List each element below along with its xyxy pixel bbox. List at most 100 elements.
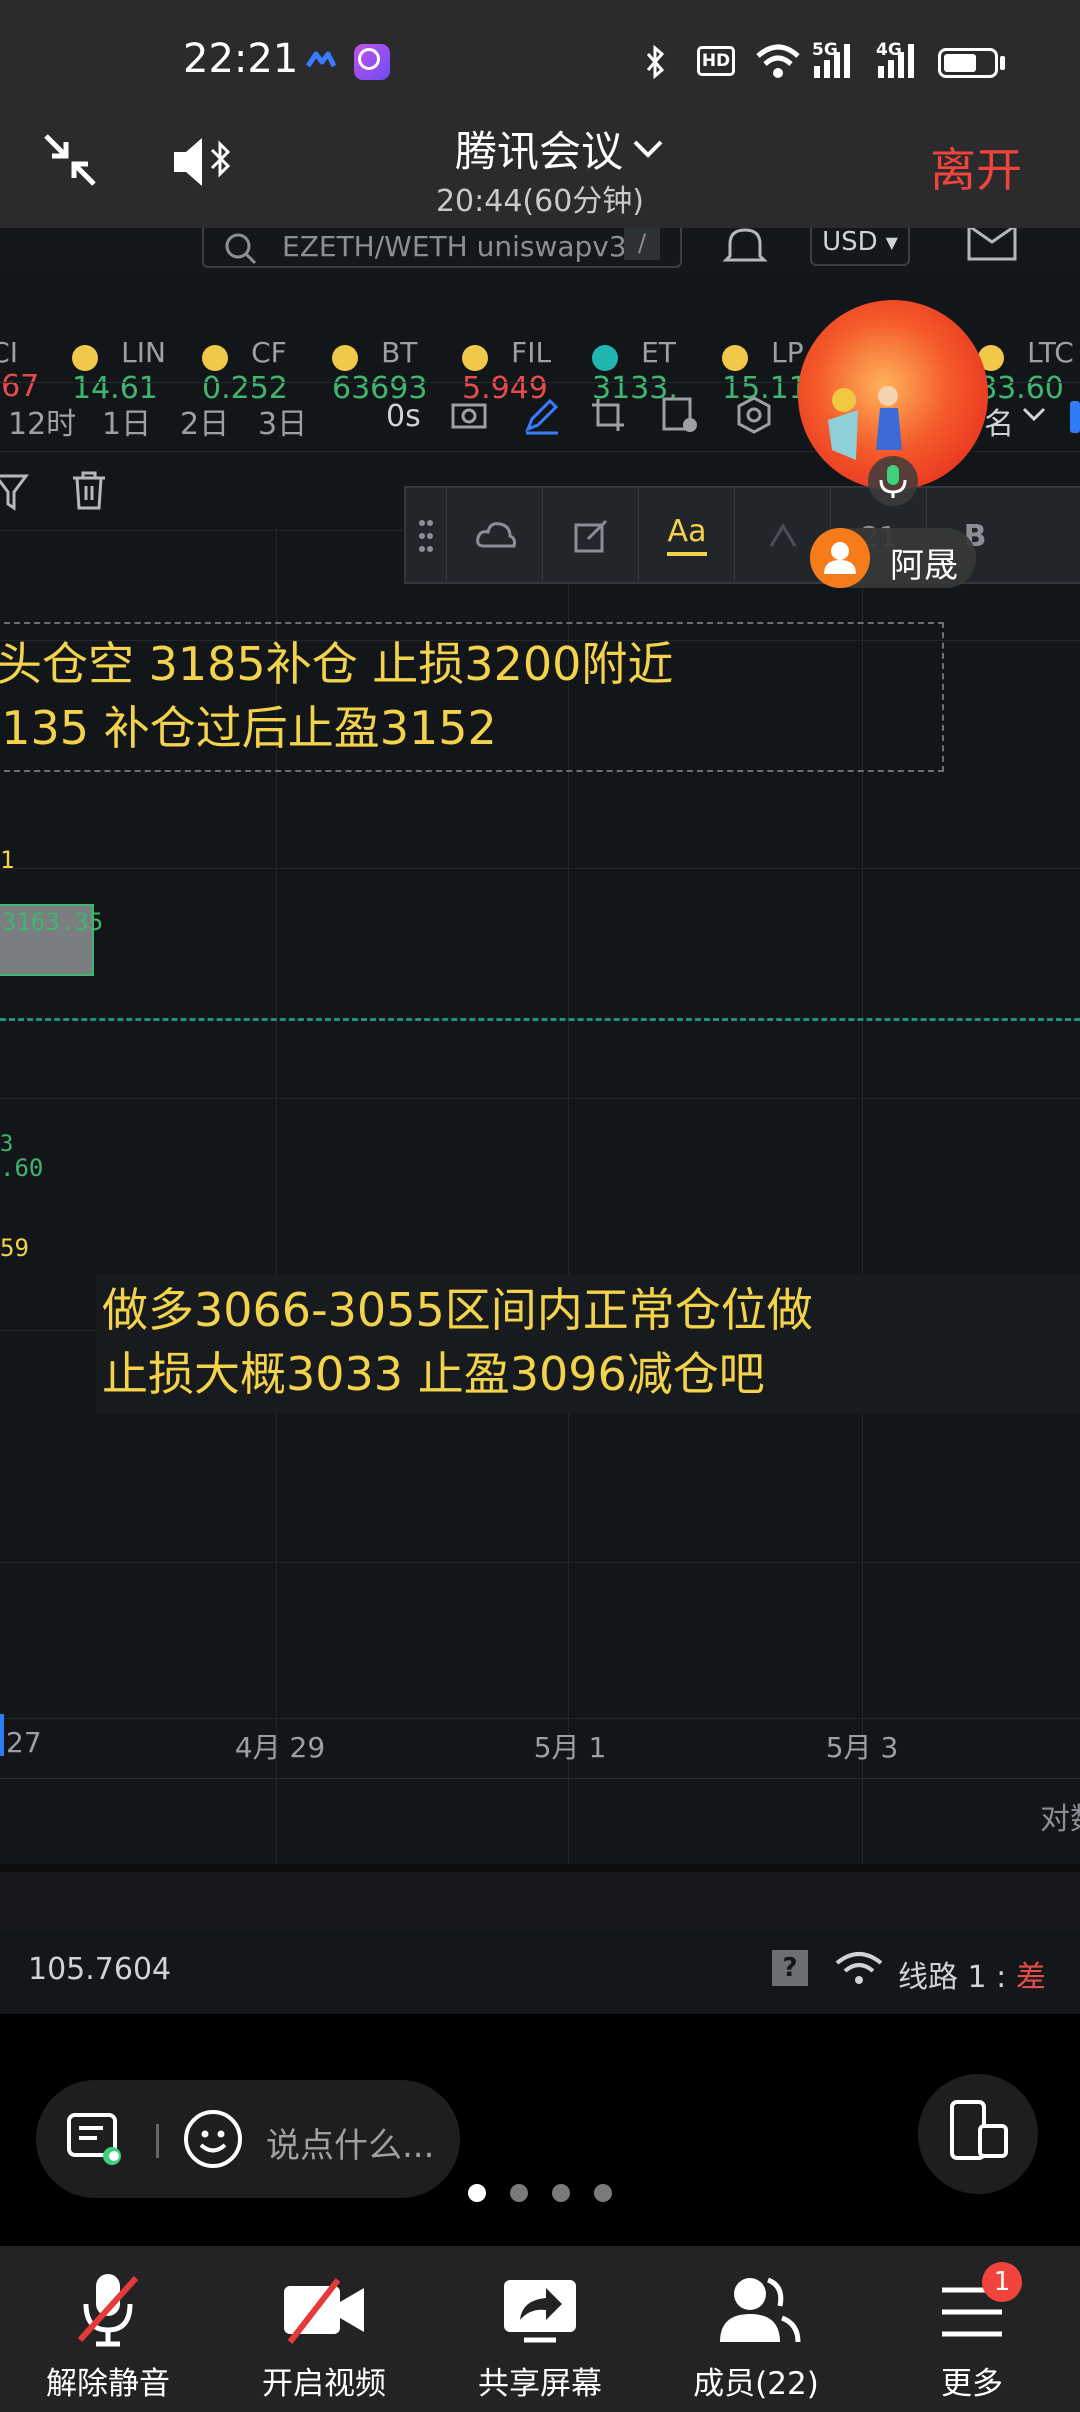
line-status[interactable]: 线路 1 : 差 xyxy=(898,1952,1046,1996)
bluetooth-icon xyxy=(646,44,665,80)
timeframe-3d[interactable]: 3日 xyxy=(258,399,307,443)
status-panel: 105.7604 ? 线路 1 : 差 xyxy=(0,1930,1080,2014)
status-bar: 22:21 HD 5G 4G xyxy=(0,0,1080,110)
signal-strength-icon xyxy=(814,44,850,78)
speaker-name-tag: 阿晟 xyxy=(810,528,976,588)
search-text: EZETH/WETH uniswapv3 xyxy=(282,230,627,263)
annotation-line: 止损大概3033 止盈3096减仓吧 xyxy=(102,1347,765,1401)
text-format-toolbar: Aa 21 B xyxy=(404,486,1080,584)
video-off-icon xyxy=(284,2278,364,2344)
page-dot[interactable] xyxy=(594,2184,612,2202)
bottom-marker xyxy=(0,1952,8,1982)
timeframe-1d[interactable]: 1日 xyxy=(102,399,151,443)
speaker-bluetooth-icon[interactable] xyxy=(172,134,238,190)
crop-icon[interactable] xyxy=(590,395,628,435)
messenger-icon xyxy=(354,44,390,80)
search-input[interactable]: EZETH/WETH uniswapv3 / xyxy=(202,228,682,268)
coin-icon xyxy=(202,344,228,371)
chat-list-icon[interactable] xyxy=(66,2112,128,2168)
share-screen-icon xyxy=(504,2280,576,2343)
currency-value: USD xyxy=(822,228,878,257)
share-screen-button[interactable]: 共享屏幕 xyxy=(432,2246,648,2412)
x-tick-label: 5月 3 xyxy=(825,1731,899,1764)
coin-icon xyxy=(332,344,358,371)
mail-icon[interactable] xyxy=(966,228,1018,264)
meeting-duration: 20:44(60分钟) xyxy=(435,184,645,219)
grid-line xyxy=(0,1718,1080,1719)
annotation-line: 3135 补仓过后止盈3152 xyxy=(0,701,497,755)
price-box-label: 3163.35 xyxy=(2,908,104,936)
members-button[interactable]: 成员(22) xyxy=(648,2246,864,2412)
leave-button[interactable]: 离开 xyxy=(930,134,1022,200)
page-dot[interactable] xyxy=(510,2184,528,2202)
price-label: .60 xyxy=(0,1154,44,1182)
app-notification-icon xyxy=(306,51,336,68)
camera-icon[interactable] xyxy=(450,397,488,431)
grid-line xyxy=(0,868,1080,869)
start-video-button[interactable]: 开启视频 xyxy=(216,2246,432,2412)
start-video-label: 开启视频 xyxy=(262,2366,386,2402)
grid-line xyxy=(0,1562,1080,1563)
bottom-toolbar: 解除静音 开启视频 共享屏幕 成员(22) 1 更多 xyxy=(0,2246,1080,2412)
chat-placeholder[interactable]: 说点什么... xyxy=(266,2118,434,2167)
bell-icon[interactable] xyxy=(722,228,768,270)
font-color-button[interactable]: Aa xyxy=(638,488,735,584)
divider xyxy=(0,1778,1080,1779)
unmute-button[interactable]: 解除静音 xyxy=(0,2246,216,2412)
settings-hex-icon[interactable] xyxy=(734,395,774,435)
help-icon[interactable]: ? xyxy=(772,1950,808,1986)
chat-input-bar[interactable]: 说点什么... xyxy=(36,2080,460,2198)
edit-icon xyxy=(574,519,608,553)
share-screen-label: 共享屏幕 xyxy=(478,2366,602,2402)
calculator-icon[interactable] xyxy=(660,395,700,435)
filter-icon[interactable] xyxy=(0,472,34,512)
mic-muted-icon xyxy=(77,2274,139,2347)
shared-screen: EZETH/WETH uniswapv3 / USD ▼ ICI 567 LIN… xyxy=(0,228,1080,2014)
battery-tip xyxy=(1000,56,1005,70)
price-line xyxy=(0,1018,1080,1021)
grid-line xyxy=(0,1098,1080,1099)
annotation-line: 头仓空 3185补仓 止损3200附近 xyxy=(0,637,674,691)
annotation-box[interactable]: 头仓空 3185补仓 止损3200附近 3135 补仓过后止盈3152 xyxy=(0,622,944,772)
members-label: 成员(22) xyxy=(693,2366,819,2402)
wifi-icon xyxy=(835,1952,883,1984)
line-quality: 差 xyxy=(1015,1960,1046,1995)
page-dot[interactable] xyxy=(552,2184,570,2202)
drag-handle[interactable] xyxy=(406,488,446,584)
divider xyxy=(0,1864,1080,1872)
line-label: 线路 1 : xyxy=(898,1960,1016,1995)
battery-icon xyxy=(938,48,998,78)
currency-select[interactable]: USD ▼ xyxy=(810,228,910,266)
delay-label[interactable]: 0s xyxy=(386,399,421,434)
search-icon xyxy=(225,233,257,265)
page-dot-active[interactable] xyxy=(468,2184,486,2202)
more-button[interactable]: 1 更多 xyxy=(864,2246,1080,2412)
layout-label[interactable]: 名 xyxy=(984,399,1014,443)
coin-icon xyxy=(592,344,618,371)
coin-icon xyxy=(722,344,748,371)
meeting-header: 腾讯会议 20:44(60分钟) 离开 xyxy=(0,110,1080,228)
scale-toggle[interactable]: 对数 xyxy=(1040,1794,1080,1838)
chevron-down-icon xyxy=(633,140,663,158)
chevron-down-icon xyxy=(1022,407,1046,422)
edit-button[interactable] xyxy=(542,488,639,584)
pencil-icon[interactable] xyxy=(522,395,562,435)
switch-view-button[interactable] xyxy=(918,2074,1038,2194)
notification-badge: 1 xyxy=(982,2262,1022,2302)
trash-icon[interactable] xyxy=(70,470,108,512)
price-box[interactable]: 3163.35 xyxy=(0,904,103,976)
annotation-line: 做多3066-3055区间内正常仓位做 xyxy=(102,1283,813,1337)
meeting-title-button[interactable]: 腾讯会议 xyxy=(440,120,680,176)
hd-voice-icon: HD xyxy=(697,46,735,76)
x-tick-label: 27 xyxy=(6,1726,42,1759)
emoji-icon[interactable] xyxy=(182,2108,244,2170)
timeframe-2d[interactable]: 2日 xyxy=(180,399,229,443)
bottom-value: 105.7604 xyxy=(28,1952,172,1987)
more-label: 更多 xyxy=(941,2366,1003,2402)
annotation-box-2[interactable]: 做多3066-3055区间内正常仓位做 止损大概3033 止盈3096减仓吧 xyxy=(96,1274,1080,1414)
minimize-icon[interactable] xyxy=(40,130,100,190)
signal-strength-icon-2 xyxy=(878,44,914,78)
template-button[interactable] xyxy=(446,488,543,584)
timeframe-12h[interactable]: 12时 xyxy=(8,399,76,443)
coin-icon xyxy=(72,344,98,371)
